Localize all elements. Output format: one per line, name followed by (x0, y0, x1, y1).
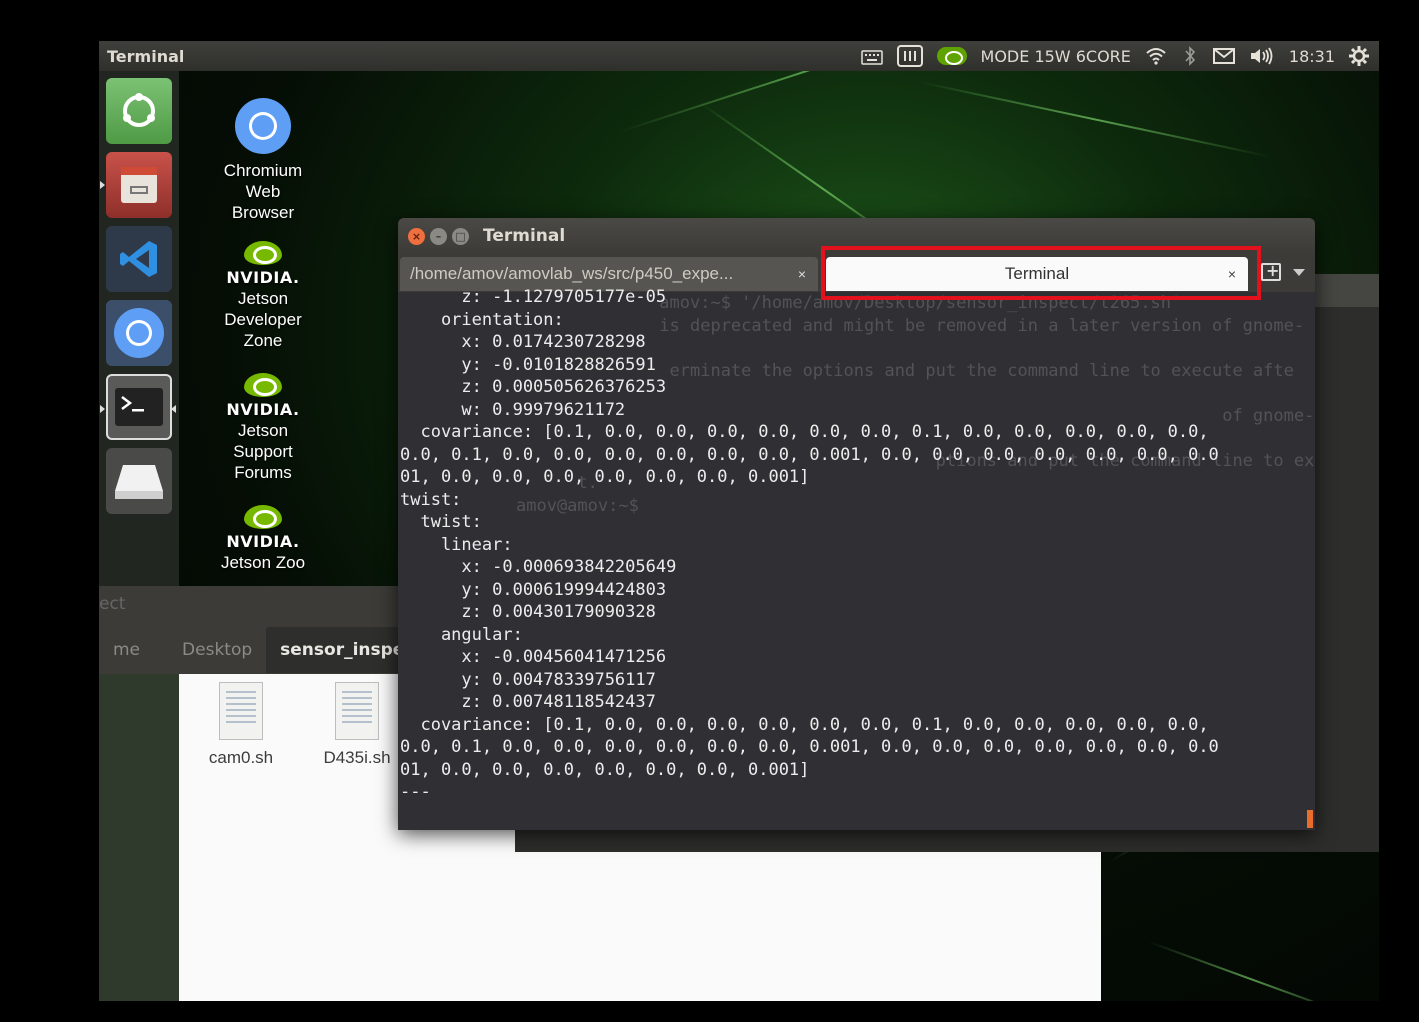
terminal-line: y: 0.00478339756117 (400, 669, 656, 690)
desktop-icon-label: Developer (224, 310, 302, 329)
desktop-screen: Terminal MODE 15W 6CORE 18:31 Chromium W… (99, 41, 1379, 1001)
chromium-launcher[interactable] (106, 300, 172, 366)
terminal-line: y: -0.0101828826591 (400, 354, 656, 375)
active-app-title: Terminal (107, 46, 185, 66)
terminal-lines: z: -1.1279705177e-05 orientation: x: 0.0… (400, 286, 1219, 804)
script-file-icon (219, 682, 263, 740)
terminal-line: covariance: [0.1, 0.0, 0.0, 0.0, 0.0, 0.… (400, 714, 1209, 735)
desktop-icon-label: Support (233, 442, 293, 461)
ubuntu-logo-icon (123, 93, 155, 127)
terminal-line: z: 0.00748118542437 (400, 692, 656, 712)
desktop-icon-jetson-developer-zone[interactable]: NVIDIA. Jetson Developer Zone (203, 241, 323, 351)
nvidia-icon[interactable] (936, 46, 967, 66)
terminal-line: z: 0.00430179090328 (400, 602, 656, 622)
terminal-line: z: -1.1279705177e-05 (400, 287, 667, 307)
file-item[interactable]: D435i.sh (307, 682, 407, 768)
new-tab-button[interactable] (1261, 261, 1281, 281)
terminal-line: twist: (400, 489, 462, 510)
desktop-icon-chromium[interactable]: Chromium Web Browser (203, 97, 323, 223)
terminal-line: y: 0.000619994424803 (400, 579, 667, 600)
mail-icon[interactable] (1212, 46, 1235, 66)
file-manager-title: ect (99, 586, 399, 626)
scrollbar-indicator[interactable] (1307, 810, 1313, 828)
clock[interactable]: 18:31 (1289, 47, 1335, 66)
file-name: cam0.sh (208, 748, 274, 767)
breadcrumb-desktop[interactable]: Desktop (154, 640, 266, 660)
desktop-icon-jetson-zoo[interactable]: NVIDIA. Jetson Zoo (203, 505, 323, 573)
running-indicator (100, 181, 105, 189)
desktop-icon-label: Jetson (237, 289, 289, 308)
file-cabinet-icon (121, 167, 157, 203)
terminal-launcher[interactable] (100, 374, 176, 440)
focused-indicator (171, 405, 176, 413)
ubuntu-dash-launcher[interactable] (106, 78, 172, 144)
tab-close-button[interactable]: × (798, 266, 806, 282)
desktop-icon-label: Jetson (237, 421, 289, 440)
terminal-line: 0.0, 0.1, 0.0, 0.0, 0.0, 0.0, 0.0, 0.0, … (400, 737, 1219, 757)
chromium-icon (235, 98, 291, 154)
desktop-icon-label: Forums (234, 463, 292, 482)
tab-label: Terminal (1004, 264, 1070, 283)
chromium-icon (114, 308, 164, 358)
nvidia-logo-icon: NVIDIA. (226, 505, 299, 552)
power-mode-label[interactable]: MODE 15W 6CORE (981, 47, 1131, 66)
terminal-line: --- (400, 782, 431, 802)
desktop-icon-label: Browser (231, 203, 295, 222)
desktop-icon-label: Jetson Zoo (220, 553, 306, 572)
file-item[interactable]: cam0.sh (191, 682, 291, 768)
running-indicator (100, 405, 105, 413)
terminal-output[interactable]: amov:~$ '/home/amov/Desktop/sensor_inspe… (398, 287, 1315, 830)
vscode-launcher[interactable] (106, 226, 172, 292)
wallpaper-vein (918, 81, 1272, 158)
drive-icon (115, 465, 163, 499)
breadcrumb-home[interactable]: me (99, 640, 154, 660)
wifi-icon[interactable] (1145, 46, 1167, 66)
keyboard-icon[interactable] (860, 46, 883, 66)
terminal-line: twist: (400, 512, 482, 532)
terminal-line: angular: (400, 624, 523, 645)
bluetooth-icon[interactable] (1181, 46, 1199, 66)
terminal-line: x: -0.000693842205649 (400, 557, 677, 577)
close-window-button[interactable]: × (408, 227, 425, 245)
tab-label: /home/amov/amovlab_ws/src/p450_expe... (410, 264, 734, 283)
terminal-titlebar: × – □ Terminal (398, 218, 1315, 254)
file-name: D435i.sh (323, 748, 391, 767)
terminal-line: 01, 0.0, 0.0, 0.0, 0.0, 0.0, 0.0, 0.001] (400, 759, 810, 780)
nvidia-logo-icon: NVIDIA. (226, 241, 299, 288)
maximize-window-button[interactable]: □ (452, 227, 469, 245)
terminal-line: orientation: (400, 309, 564, 330)
terminal-line: linear: (400, 534, 513, 555)
terminal-line: 01, 0.0, 0.0, 0.0, 0.0, 0.0, 0.0, 0.001] (400, 467, 810, 487)
gear-icon[interactable] (1349, 46, 1369, 66)
files-launcher[interactable] (100, 152, 172, 218)
terminal-window: × – □ Terminal /home/amov/amovlab_ws/src… (398, 218, 1315, 830)
terminal-line: z: 0.000505626376253 (400, 377, 667, 397)
terminal-icon (115, 388, 163, 426)
top-panel: Terminal MODE 15W 6CORE 18:31 (99, 41, 1379, 71)
terminal-line: x: 0.0174230728298 (400, 332, 646, 352)
system-tray: MODE 15W 6CORE 18:31 (860, 45, 1379, 67)
terminal-line: 0.0, 0.1, 0.0, 0.0, 0.0, 0.0, 0.0, 0.0, … (400, 444, 1219, 465)
tab-menu-dropdown-icon[interactable] (1293, 269, 1305, 276)
terminal-line: x: -0.00456041471256 (400, 647, 667, 667)
drive-launcher[interactable] (106, 448, 172, 514)
terminal-line: w: 0.99979621172 (400, 399, 626, 420)
file-manager-sidebar (99, 674, 179, 1001)
terminal-line: covariance: [0.1, 0.0, 0.0, 0.0, 0.0, 0.… (400, 422, 1209, 442)
cpu-icon[interactable] (896, 45, 923, 67)
desktop-icon-label: Chromium (223, 161, 303, 180)
script-file-icon (335, 682, 379, 740)
nvidia-logo-icon: NVIDIA. (226, 373, 299, 420)
desktop-icon-label: Web (245, 182, 281, 201)
volume-icon[interactable] (1249, 46, 1275, 66)
tab-close-button[interactable]: × (1228, 266, 1236, 282)
desktop-icon-jetson-support-forums[interactable]: NVIDIA. Jetson Support Forums (203, 373, 323, 483)
terminal-window-title: Terminal (483, 226, 566, 246)
wallpaper-vein (1148, 941, 1357, 1001)
vscode-icon (120, 241, 157, 277)
desktop-icon-label: Zone (243, 331, 283, 350)
minimize-window-button[interactable]: – (430, 227, 447, 245)
